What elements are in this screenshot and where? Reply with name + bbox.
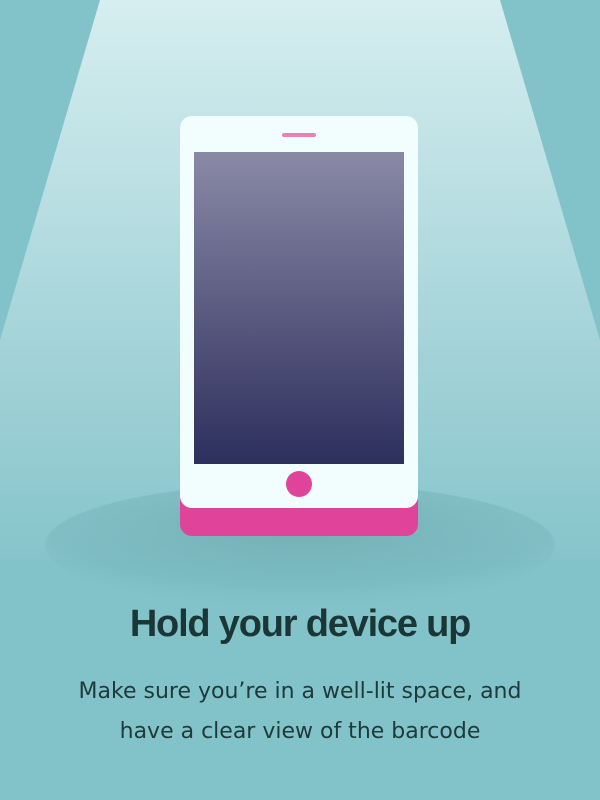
instruction-text: Make sure you’re in a well-lit space, an… <box>50 672 550 752</box>
device-screen <box>194 152 404 464</box>
page-title: Hold your device up <box>129 603 472 645</box>
device-home-button <box>286 471 312 497</box>
smartphone-icon <box>180 116 418 536</box>
instruction-line: have a clear view of the barcode <box>119 719 481 744</box>
instruction-line: Make sure you’re in a well-lit space, an… <box>78 679 522 704</box>
device-speaker <box>282 133 316 137</box>
